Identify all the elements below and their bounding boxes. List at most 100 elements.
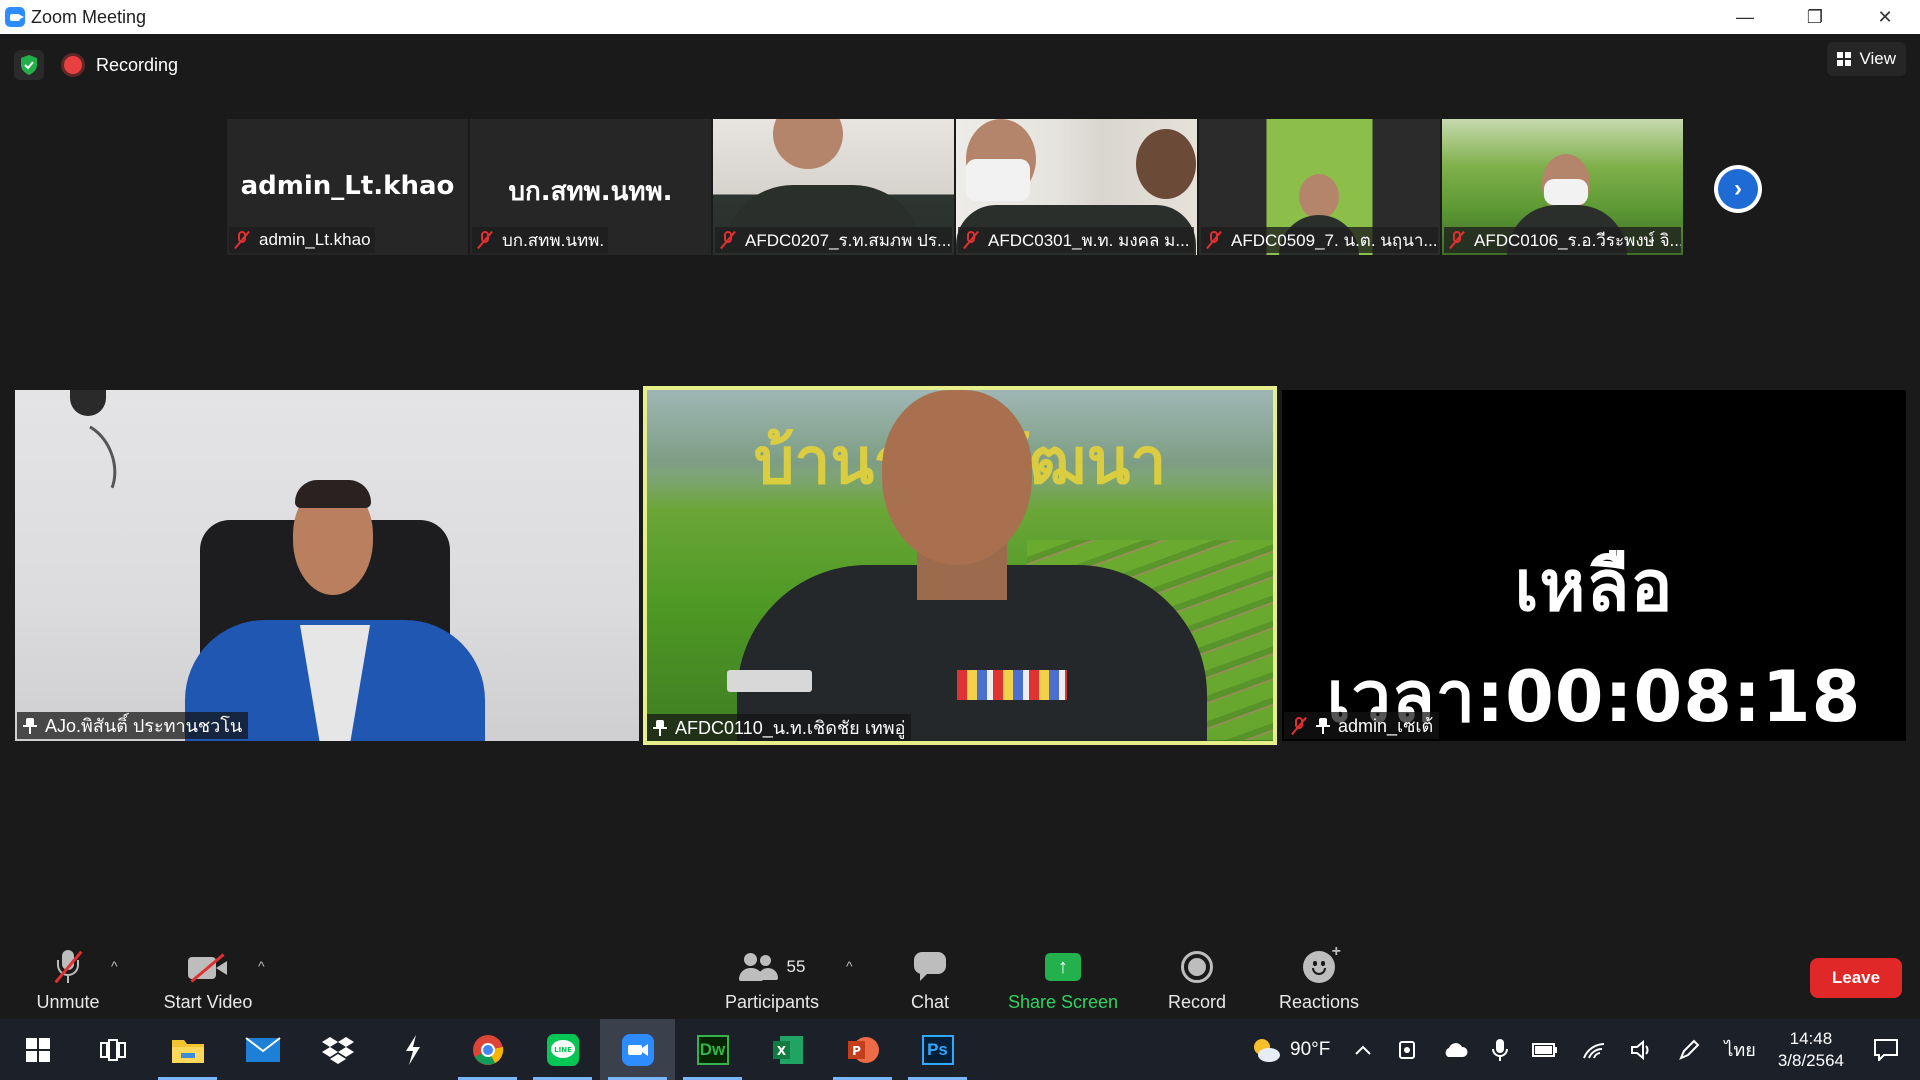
participants-count: 55 (786, 957, 806, 976)
participant-name-label: admin_เซเต้ (1284, 712, 1440, 739)
taskbar-powerpoint[interactable]: P (825, 1019, 900, 1080)
record-button[interactable]: Record (1160, 938, 1234, 1018)
pen-workspace-icon[interactable] (1678, 1039, 1700, 1061)
volume-icon[interactable] (1630, 1039, 1654, 1060)
microphone-tray-icon[interactable] (1492, 1038, 1509, 1062)
photoshop-icon: Ps (921, 1034, 954, 1065)
participant-name-label: AJo.พิสันติ์ ประทานชวโน (17, 712, 249, 739)
participant-name: AFDC0207_ร.ท.สมภพ ปร... (745, 230, 952, 250)
taskbar-excel[interactable]: X (750, 1019, 825, 1080)
participant-thumbnail[interactable]: บก.สทพ.นทพ. บก.สทพ.นทพ. (470, 119, 711, 255)
taskbar-zoom[interactable] (600, 1019, 675, 1080)
taskbar-mail[interactable] (225, 1019, 300, 1080)
mic-muted-icon (476, 230, 494, 250)
participant-video-face (882, 390, 1032, 565)
record-label: Record (1167, 992, 1227, 1012)
microphone-muted-icon (54, 950, 83, 984)
chat-icon (914, 952, 946, 982)
participant-name-label: AFDC0509_7. น.ต. นฤนา... (1201, 227, 1438, 253)
participants-label: Participants (724, 992, 820, 1012)
clock-date: 3/8/2564 (1777, 1050, 1844, 1070)
participant-name: admin_Lt.khao (259, 230, 371, 249)
participant-video-hair (295, 480, 371, 508)
unmute-button[interactable]: Unmute (28, 938, 108, 1018)
windows-logo-icon (25, 1037, 50, 1062)
participant-name: admin_เซเต้ (1338, 716, 1434, 736)
reactions-label: Reactions (1278, 992, 1360, 1012)
chevron-right-icon: › (1718, 169, 1758, 209)
taskbar-dreamweaver[interactable]: Dw (675, 1019, 750, 1080)
video-tile[interactable]: เหลือเวลา:00:08:18 admin_เซเต้ (1282, 390, 1906, 741)
participant-name-label: AFDC0301_พ.ท. มงคล ม... (958, 227, 1194, 253)
participant-thumbnail[interactable]: AFDC0207_ร.ท.สมภพ ปร... (713, 119, 954, 255)
task-view-button[interactable] (75, 1019, 150, 1080)
window-controls: — ❐ ✕ (1710, 0, 1920, 34)
notifications-icon[interactable] (1874, 1038, 1898, 1061)
weather-temperature: 90°F (1290, 1038, 1331, 1060)
dropbox-icon (321, 1036, 354, 1064)
recording-indicator[interactable]: Recording (64, 54, 179, 76)
battery-icon[interactable] (1532, 1042, 1558, 1058)
share-screen-button[interactable]: ↑ Share Screen (1004, 938, 1122, 1018)
minimize-button[interactable]: — (1710, 0, 1780, 34)
line-app-icon: LINE (546, 1033, 579, 1066)
pin-icon (1316, 717, 1330, 735)
active-speaker-tile[interactable]: บ้านรวมพัฒนา AFDC0110_น.ท.เชิดชัย เทพอู่ (643, 386, 1277, 745)
pin-icon (653, 719, 667, 737)
reactions-button[interactable]: + Reactions (1272, 938, 1366, 1018)
participant-thumbnail[interactable]: AFDC0106_ร.อ.วีระพงษ์ จิ... (1442, 119, 1683, 255)
taskbar-chrome[interactable] (450, 1019, 525, 1080)
uniform-ribbon (957, 670, 1067, 700)
restore-button[interactable]: ❐ (1780, 0, 1850, 34)
video-tile[interactable]: AJo.พิสันติ์ ประทานชวโน (15, 390, 639, 741)
participant-thumbnail[interactable]: AFDC0509_7. น.ต. นฤนา... (1199, 119, 1440, 255)
mail-icon (244, 1036, 281, 1062)
participant-thumbnail[interactable]: AFDC0301_พ.ท. มงคล ม... (956, 119, 1197, 255)
zoom-app-icon (621, 1033, 654, 1066)
participant-video-mask (966, 159, 1030, 201)
participants-button[interactable]: 55 Participants (720, 938, 824, 1018)
taskbar-app-bolt[interactable] (375, 1019, 450, 1080)
taskbar-line[interactable]: LINE (525, 1019, 600, 1080)
video-off-icon (188, 953, 228, 983)
taskbar-clock[interactable]: 14:48 3/8/2564 (1778, 1028, 1844, 1072)
taskbar-dropbox[interactable] (300, 1019, 375, 1080)
start-button[interactable] (0, 1019, 75, 1080)
window-title: Zoom Meeting (31, 6, 147, 27)
mic-muted-icon (233, 230, 251, 250)
wifi-icon[interactable] (1582, 1040, 1606, 1060)
encryption-shield-icon[interactable] (14, 50, 44, 80)
tray-overflow-chevron-icon[interactable] (1354, 1044, 1372, 1056)
participants-options-caret-icon[interactable]: ^ (846, 958, 853, 974)
participant-name: AFDC0106_ร.อ.วีระพงษ์ จิ... (1474, 230, 1681, 250)
recording-dot-icon (64, 56, 82, 74)
svg-text:X: X (776, 1044, 786, 1058)
meeting-controls: Unmute ^ Start Video ^ 55 Participants ^… (0, 938, 1920, 1018)
weather-widget[interactable]: 90°F (1250, 1037, 1330, 1063)
leave-button[interactable]: Leave (1810, 958, 1902, 998)
onedrive-cloud-icon[interactable] (1442, 1042, 1468, 1058)
mic-muted-icon (1290, 716, 1308, 736)
chat-button[interactable]: Chat (900, 938, 960, 1018)
participant-thumbnail[interactable]: admin_Lt.khao admin_Lt.khao (227, 119, 468, 255)
audio-options-caret-icon[interactable]: ^ (111, 958, 118, 974)
participant-video-lamp-arm (31, 410, 129, 520)
participant-video (1299, 174, 1339, 219)
record-icon (1181, 951, 1213, 983)
participant-strip: admin_Lt.khao admin_Lt.khao บก.สทพ.นทพ. … (227, 119, 1683, 255)
clock-time: 14:48 (1789, 1028, 1833, 1048)
participant-video-mask (1544, 179, 1588, 205)
participant-name: AFDC0301_พ.ท. มงคล ม... (988, 230, 1190, 250)
taskbar-file-explorer[interactable] (150, 1019, 225, 1080)
mic-muted-icon (1205, 230, 1223, 250)
next-page-button[interactable]: › (1714, 165, 1762, 213)
close-button[interactable]: ✕ (1850, 0, 1920, 34)
input-language-indicator[interactable]: ไทย (1724, 1035, 1755, 1064)
camera-tray-icon[interactable] (1396, 1039, 1418, 1061)
start-video-button[interactable]: Start Video (158, 938, 258, 1018)
video-options-caret-icon[interactable]: ^ (258, 958, 265, 974)
taskbar-photoshop[interactable]: Ps (900, 1019, 975, 1080)
view-button[interactable]: View (1827, 42, 1906, 76)
mic-muted-icon (1448, 230, 1466, 250)
svg-text:P: P (852, 1044, 861, 1058)
